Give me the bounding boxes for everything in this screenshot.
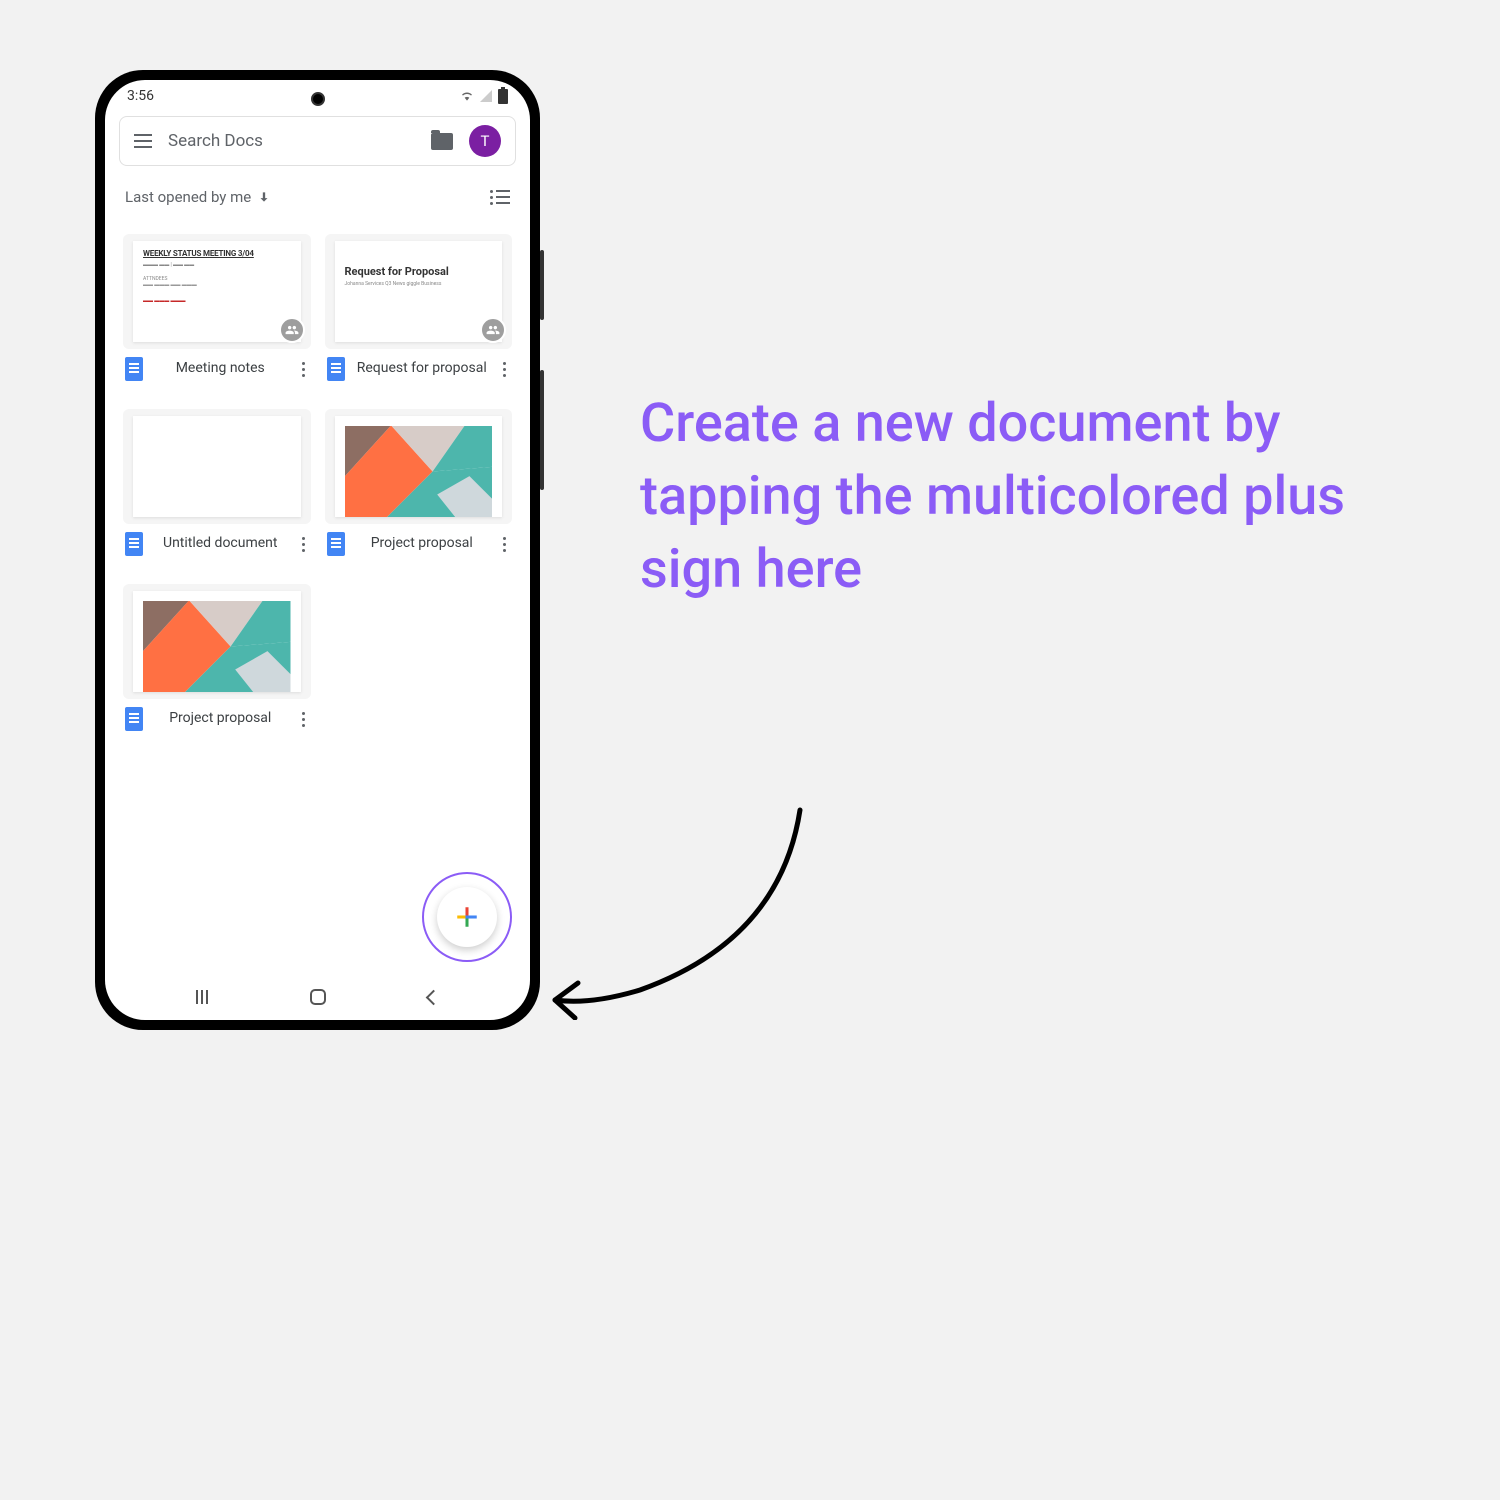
document-title: Meeting notes (151, 360, 290, 378)
search-input[interactable]: Search Docs (168, 131, 415, 151)
phone-screen: 3:56 Search Docs T Last opened by me (105, 80, 530, 1020)
document-title: Project proposal (353, 535, 492, 553)
menu-icon[interactable] (134, 134, 152, 148)
docs-file-icon (125, 707, 143, 731)
battery-icon (498, 89, 508, 104)
avatar[interactable]: T (469, 125, 501, 157)
more-menu-button[interactable] (298, 358, 309, 381)
shared-badge-icon (279, 317, 305, 343)
filter-bar: Last opened by me (105, 174, 530, 220)
sort-label: Last opened by me (125, 188, 251, 206)
nav-home-button[interactable] (310, 989, 326, 1005)
new-document-fab[interactable] (437, 887, 497, 947)
android-nav-bar (105, 974, 530, 1020)
fab-highlight-ring (422, 872, 512, 962)
shared-badge-icon (480, 317, 506, 343)
document-card[interactable]: Project proposal (325, 409, 513, 564)
phone-side-button (540, 250, 544, 320)
phone-side-button (540, 370, 544, 490)
plus-icon (454, 904, 480, 930)
document-thumbnail[interactable] (123, 584, 311, 699)
docs-file-icon (125, 532, 143, 556)
document-thumbnail[interactable] (325, 409, 513, 524)
more-menu-button[interactable] (499, 358, 510, 381)
more-menu-button[interactable] (298, 533, 309, 556)
folder-icon[interactable] (431, 133, 453, 150)
more-menu-button[interactable] (499, 533, 510, 556)
docs-file-icon (327, 532, 345, 556)
document-card[interactable]: Request for ProposalJohanna Services Q3 … (325, 234, 513, 389)
nav-recent-button[interactable] (196, 990, 208, 1004)
camera-notch (311, 92, 325, 106)
document-grid: WEEKLY STATUS MEETING 3/04▬▬▬ ▬▬ | ▬▬ ▬▬… (105, 220, 530, 753)
document-card[interactable]: Project proposal (123, 584, 311, 739)
instruction-text: Create a new document by tapping the mul… (640, 388, 1360, 607)
view-toggle-icon[interactable] (490, 190, 510, 205)
document-title: Project proposal (151, 710, 290, 728)
document-thumbnail[interactable] (123, 409, 311, 524)
sort-button[interactable]: Last opened by me (125, 188, 271, 206)
nav-back-button[interactable] (426, 989, 442, 1005)
document-thumbnail[interactable]: Request for ProposalJohanna Services Q3 … (325, 234, 513, 349)
document-card[interactable]: WEEKLY STATUS MEETING 3/04▬▬▬ ▬▬ | ▬▬ ▬▬… (123, 234, 311, 389)
signal-icon (480, 90, 492, 102)
document-title: Untitled document (151, 535, 290, 553)
document-title: Request for proposal (353, 360, 492, 378)
more-menu-button[interactable] (298, 708, 309, 731)
document-card[interactable]: Untitled document (123, 409, 311, 564)
search-bar[interactable]: Search Docs T (119, 116, 516, 166)
wifi-icon (460, 89, 474, 103)
arrow-down-icon (257, 190, 271, 204)
document-thumbnail[interactable]: WEEKLY STATUS MEETING 3/04▬▬▬ ▬▬ | ▬▬ ▬▬… (123, 234, 311, 349)
docs-file-icon (327, 357, 345, 381)
instruction-arrow (540, 800, 820, 1020)
phone-frame: 3:56 Search Docs T Last opened by me (95, 70, 540, 1030)
docs-file-icon (125, 357, 143, 381)
clock: 3:56 (127, 88, 154, 104)
